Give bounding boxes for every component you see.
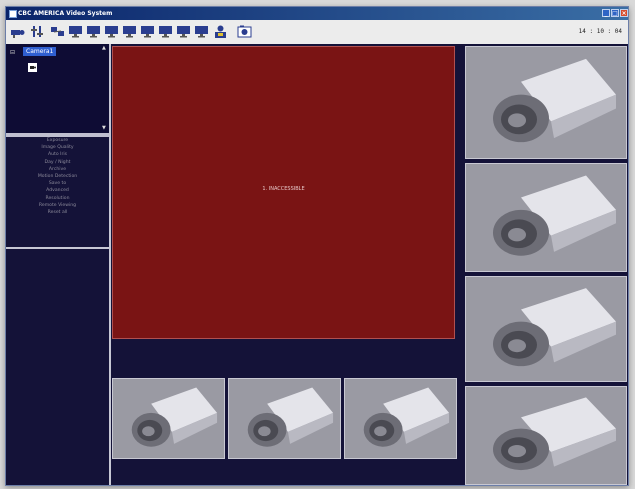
close-button[interactable]: ×: [620, 9, 628, 17]
camera-thumbnail[interactable]: [465, 386, 627, 485]
menu-item-archive[interactable]: Archive: [6, 166, 109, 173]
camera-tree: ⊟ Camera1 ▲ ▼: [6, 44, 109, 133]
maximize-button[interactable]: □: [611, 9, 619, 17]
minimize-button[interactable]: _: [602, 9, 610, 17]
tree-expand-icon[interactable]: ⊟: [10, 49, 15, 56]
menu-item-remote-viewing[interactable]: Remote Viewing: [6, 202, 109, 209]
tools-icon[interactable]: [30, 24, 45, 39]
clock-display: 14 : 10 : 04: [578, 28, 622, 35]
menu-item-reset-all[interactable]: Reset all: [6, 209, 109, 216]
video-grid: 1. INACCESSIBLE: [111, 44, 628, 485]
camera-thumbnail[interactable]: [465, 276, 627, 382]
menu-item-resolution[interactable]: Resolution: [6, 195, 109, 202]
monitor-icon[interactable]: [158, 24, 173, 39]
tree-node-camera1[interactable]: Camera1: [23, 47, 57, 56]
toolbar: 14 : 10 : 04: [6, 20, 628, 45]
menu-item-exposure[interactable]: Exposure: [6, 137, 109, 144]
menu-item-advanced[interactable]: Advanced: [6, 187, 109, 194]
camera-node-icon[interactable]: [28, 57, 37, 72]
camera-thumbnail[interactable]: [344, 378, 457, 459]
menu-item-save-to[interactable]: Save to: [6, 180, 109, 187]
sidebar: ⊟ Camera1 ▲ ▼ Exposure Image Quality Aut…: [6, 44, 111, 485]
tree-scroll-down-icon[interactable]: ▼: [102, 126, 108, 131]
menu-item-day-night[interactable]: Day / Night: [6, 159, 109, 166]
window-title: CBC AMERICA Video System: [18, 10, 113, 17]
network-icon[interactable]: [50, 24, 65, 39]
main-video-view[interactable]: 1. INACCESSIBLE: [112, 46, 455, 339]
user-icon[interactable]: [213, 24, 228, 39]
menu-divider: [6, 247, 109, 249]
camera-thumbnail[interactable]: [228, 378, 341, 459]
camera-control-icon[interactable]: [10, 24, 25, 39]
monitor-icon[interactable]: [68, 24, 83, 39]
menu-item-image-quality[interactable]: Image Quality: [6, 144, 109, 151]
monitor-icon[interactable]: [104, 24, 119, 39]
monitor-icon[interactable]: [176, 24, 191, 39]
menu-item-motion-detection[interactable]: Motion Detection: [6, 173, 109, 180]
camera-thumbnail[interactable]: [465, 46, 627, 159]
settings-menu: Exposure Image Quality Auto Iris Day / N…: [6, 137, 109, 216]
app-icon: [9, 10, 17, 18]
app-window: CBC AMERICA Video System _ □ × 14 : 10 :…: [5, 6, 629, 486]
monitor-icon[interactable]: [140, 24, 155, 39]
menu-item-auto-iris[interactable]: Auto Iris: [6, 151, 109, 158]
video-status-label: 1. INACCESSIBLE: [262, 186, 305, 192]
snapshot-icon[interactable]: [237, 24, 252, 39]
tree-scroll-up-icon[interactable]: ▲: [102, 46, 108, 51]
camera-thumbnail[interactable]: [112, 378, 225, 459]
monitor-icon[interactable]: [194, 24, 209, 39]
monitor-icon[interactable]: [86, 24, 101, 39]
monitor-icon[interactable]: [122, 24, 137, 39]
title-bar: CBC AMERICA Video System _ □ ×: [6, 7, 628, 20]
camera-thumbnail[interactable]: [465, 163, 627, 272]
